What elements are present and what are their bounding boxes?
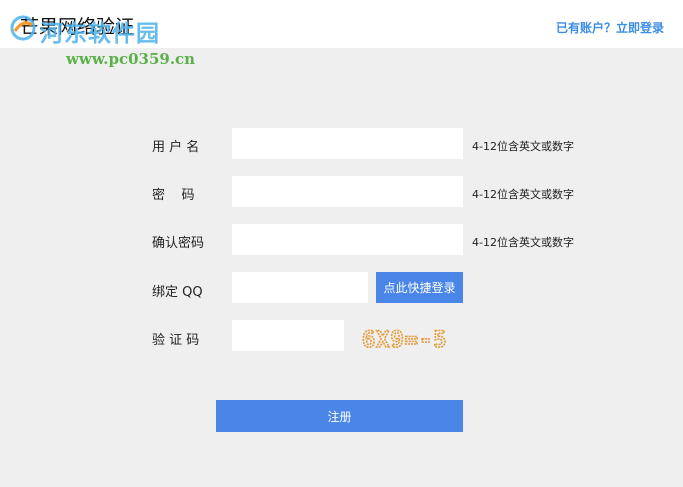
confirm-password-hint: 4-12位含英文或数字 <box>472 236 574 249</box>
captcha-label: 验 证 码 <box>152 333 200 348</box>
captcha-image[interactable]: 6X9=-5 <box>360 322 460 354</box>
watermark-url: www.pc0359.cn <box>66 50 196 68</box>
confirm-password-input[interactable] <box>232 224 463 255</box>
svg-text:6X9=-5: 6X9=-5 <box>362 328 447 353</box>
username-input[interactable] <box>232 128 463 159</box>
password-hint: 4-12位含英文或数字 <box>472 188 574 201</box>
username-hint: 4-12位含英文或数字 <box>472 140 574 153</box>
watermark-text: 河东软件园 <box>40 21 160 47</box>
login-link[interactable]: 已有账户？立即登录 <box>556 19 664 36</box>
quick-login-button[interactable]: 点此快捷登录 <box>376 272 463 303</box>
watermark-logo: 河东软件园 www.pc0359.cn <box>4 4 244 68</box>
password-label: 密 码 <box>152 188 195 203</box>
bind-qq-input[interactable] <box>232 272 368 303</box>
username-label: 用 户 名 <box>152 140 200 155</box>
register-button[interactable]: 注册 <box>216 400 463 432</box>
confirm-password-label: 确认密码 <box>152 236 205 251</box>
password-input[interactable] <box>232 176 463 207</box>
bind-qq-label: 绑定 QQ <box>152 285 203 300</box>
captcha-input[interactable] <box>232 320 344 351</box>
watermark-icon <box>10 15 36 41</box>
